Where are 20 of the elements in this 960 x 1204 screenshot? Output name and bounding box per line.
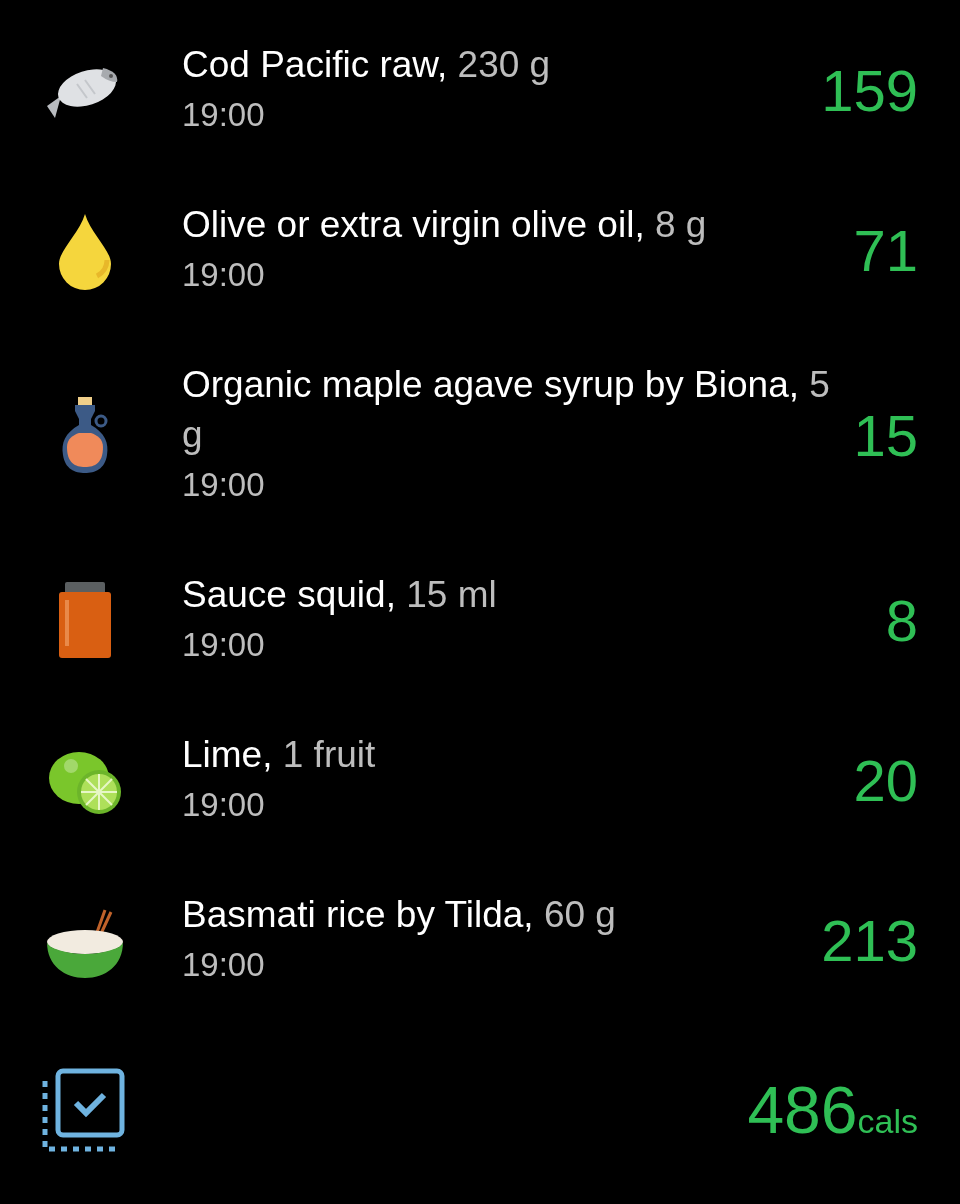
time-label: 19:00 xyxy=(182,255,266,295)
time-label: 19:00 xyxy=(182,465,266,505)
food-name: Cod Pacific raw, 230 g xyxy=(182,43,552,87)
total-calories: 486 xyxy=(747,1071,858,1149)
food-name: Basmati rice by Tilda, 60 g xyxy=(182,893,617,937)
food-name: Olive or extra virgin olive oil, 8 g xyxy=(182,203,708,247)
calorie-count: 8 xyxy=(885,586,918,655)
calorie-count: 15 xyxy=(853,401,918,470)
food-name: Organic maple agave syrup by Biona, 5 g xyxy=(182,363,830,457)
food-name: Sauce squid, 15 ml xyxy=(182,573,498,617)
food-name: Lime, 1 fruit xyxy=(182,733,377,777)
calorie-count: 20 xyxy=(853,746,918,815)
calorie-count: 71 xyxy=(853,216,918,285)
calorie-count: 159 xyxy=(821,56,918,125)
calorie-count: 213 xyxy=(821,906,918,975)
time-label: 19:00 xyxy=(182,625,266,665)
calories-unit: cals xyxy=(857,1100,918,1142)
time-label: 19:00 xyxy=(182,785,266,825)
time-label: 19:00 xyxy=(182,95,266,135)
time-label: 19:00 xyxy=(182,945,266,985)
